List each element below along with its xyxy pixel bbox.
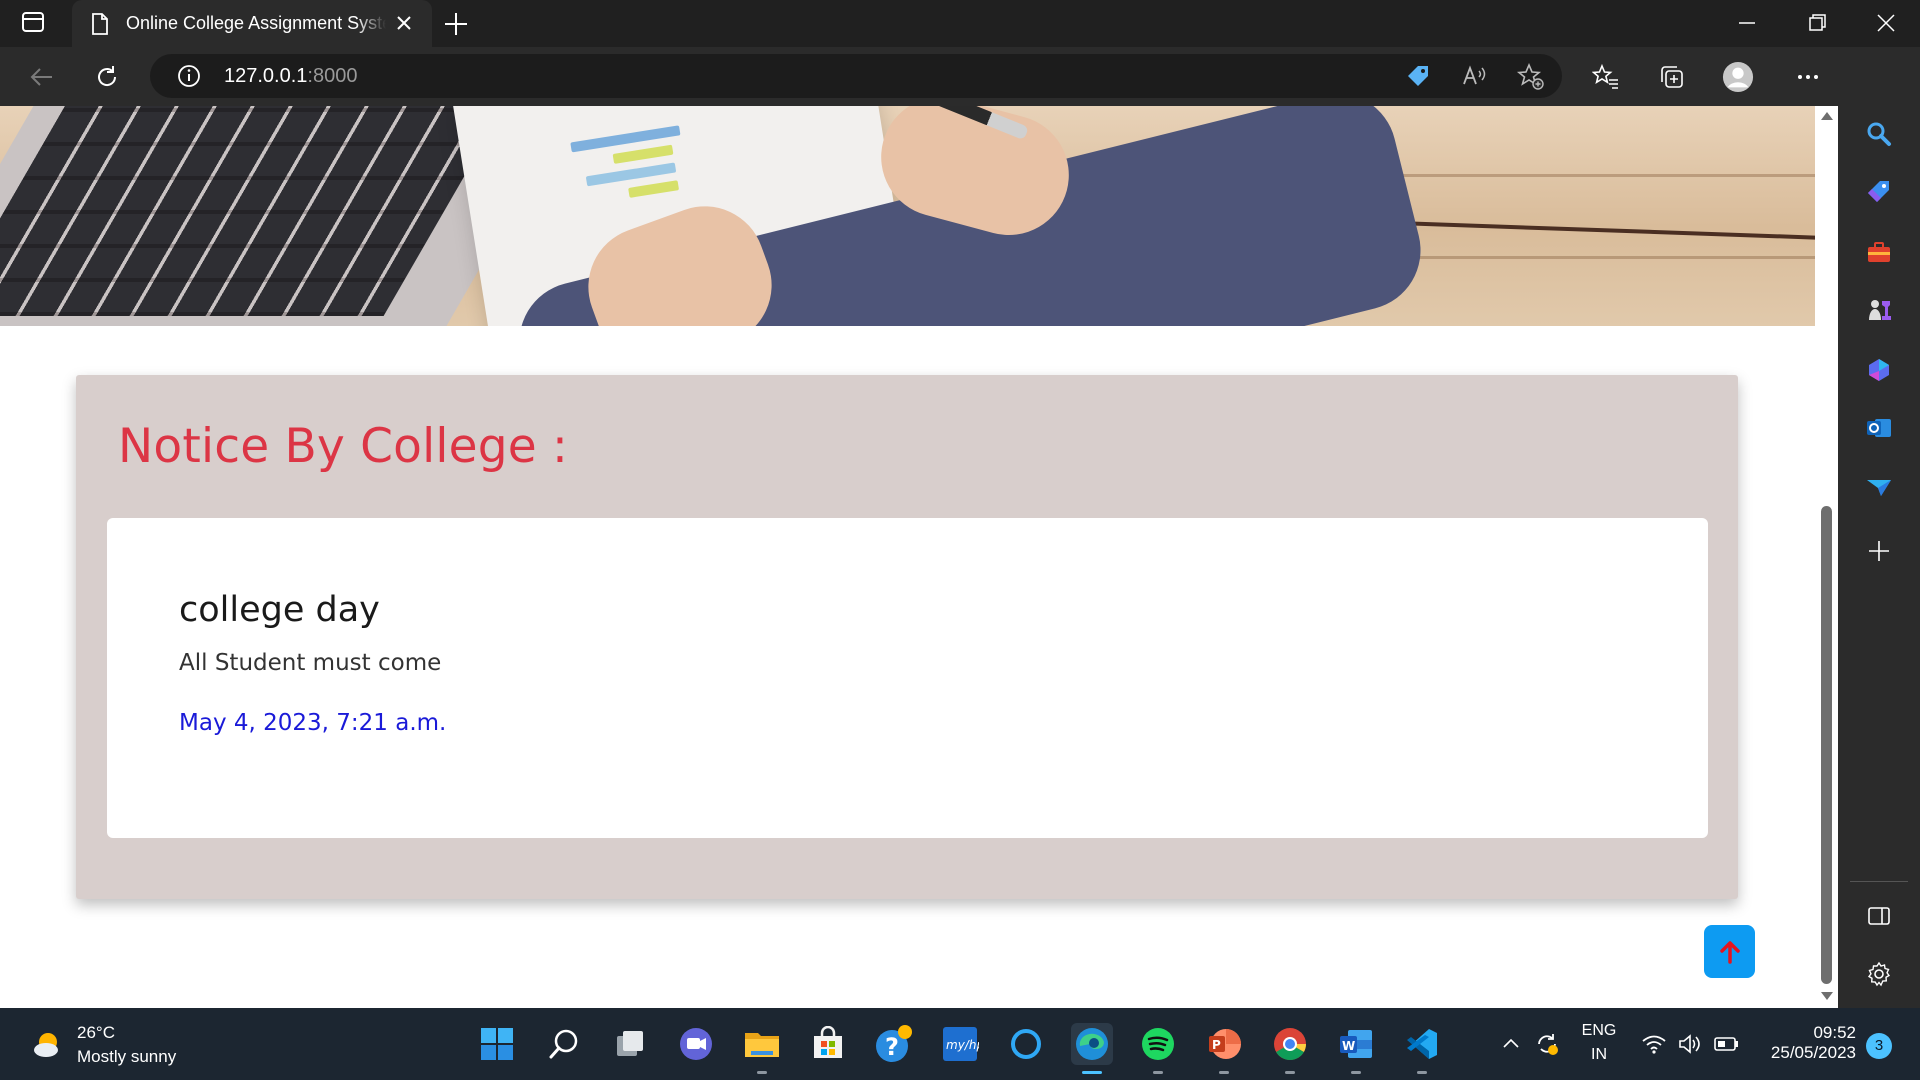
- shopping-tag-icon[interactable]: [1862, 175, 1896, 209]
- clock-time: 09:52: [1813, 1023, 1856, 1042]
- notice-body: All Student must come: [179, 650, 442, 676]
- tools-icon[interactable]: [1862, 235, 1896, 269]
- add-favorite-icon[interactable]: [1516, 62, 1546, 97]
- more-options-icon[interactable]: [1792, 61, 1824, 93]
- settings-icon[interactable]: [1862, 957, 1896, 991]
- start-button-icon[interactable]: [476, 1023, 518, 1065]
- word-icon[interactable]: W: [1335, 1023, 1377, 1074]
- sidebar-divider: [1850, 881, 1908, 882]
- scroll-up-arrow-icon[interactable]: [1820, 110, 1834, 122]
- task-view-icon[interactable]: [609, 1023, 651, 1065]
- notice-heading: Notice By College :: [118, 419, 569, 474]
- minimize-icon[interactable]: [1734, 10, 1760, 41]
- wifi-icon[interactable]: [1641, 1032, 1667, 1061]
- copilot-icon[interactable]: [1862, 353, 1896, 387]
- page-scrollbar[interactable]: [1816, 106, 1838, 1008]
- edge-icon[interactable]: [1071, 1023, 1113, 1074]
- windows-taskbar: 26°C Mostly sunny ? my/hp P: [0, 1008, 1920, 1080]
- notice-section: Notice By College : college day All Stud…: [76, 375, 1738, 899]
- page-viewport: Notice By College : college day All Stud…: [0, 106, 1816, 1008]
- sync-icon[interactable]: [1533, 1030, 1561, 1063]
- notice-card: college day All Student must come May 4,…: [107, 518, 1708, 838]
- arrow-up-icon: [1719, 940, 1740, 964]
- spotify-icon[interactable]: [1137, 1023, 1179, 1074]
- tab-actions-icon[interactable]: [20, 10, 50, 36]
- scroll-to-top-button[interactable]: [1704, 925, 1755, 978]
- read-aloud-icon[interactable]: [1460, 62, 1488, 95]
- volume-icon[interactable]: [1677, 1032, 1703, 1061]
- favorites-icon[interactable]: [1590, 61, 1622, 93]
- powerpoint-icon[interactable]: P: [1203, 1023, 1245, 1074]
- close-tab-icon[interactable]: [394, 12, 414, 39]
- url-text: 127.0.0.1:8000: [224, 65, 358, 87]
- myhp-icon[interactable]: my/hp: [939, 1023, 981, 1065]
- notification-badge[interactable]: 3: [1866, 1033, 1892, 1059]
- get-help-icon[interactable]: ?: [873, 1023, 915, 1065]
- weather-sunny-icon[interactable]: [30, 1028, 66, 1065]
- restore-icon[interactable]: [1804, 10, 1830, 41]
- taskbar-search-icon[interactable]: [543, 1023, 585, 1065]
- weather-description[interactable]: Mostly sunny: [77, 1047, 176, 1067]
- microsoft-store-icon[interactable]: [807, 1023, 849, 1065]
- tab-bar: Online College Assignment System: [0, 0, 1920, 47]
- add-icon[interactable]: [1862, 534, 1896, 568]
- language-indicator-eng[interactable]: ENG: [1578, 1022, 1620, 1040]
- new-tab-icon[interactable]: [442, 10, 470, 43]
- browser-toolbar: 127.0.0.1:8000: [0, 47, 1920, 106]
- back-icon[interactable]: [26, 61, 58, 93]
- file-explorer-icon[interactable]: [741, 1023, 783, 1074]
- show-hidden-icons-icon[interactable]: [1500, 1033, 1522, 1060]
- cortana-icon[interactable]: [1005, 1023, 1047, 1065]
- hero-banner-image: [0, 106, 1815, 326]
- notice-title: college day: [179, 590, 380, 630]
- clock-date: 25/05/2023: [1770, 1043, 1856, 1062]
- profile-avatar-icon[interactable]: [1722, 61, 1754, 93]
- address-bar[interactable]: 127.0.0.1:8000: [150, 54, 1562, 98]
- svg-text:P: P: [1212, 1038, 1221, 1052]
- scroll-down-arrow-icon[interactable]: [1820, 990, 1834, 1002]
- vscode-icon[interactable]: [1401, 1023, 1443, 1074]
- close-window-icon[interactable]: [1873, 10, 1899, 41]
- refresh-icon[interactable]: [91, 61, 123, 93]
- svg-text:my/hp: my/hp: [946, 1038, 979, 1052]
- games-icon[interactable]: [1862, 293, 1896, 327]
- page-icon: [90, 12, 110, 41]
- svg-text:W: W: [1342, 1039, 1355, 1053]
- search-icon[interactable]: [1862, 117, 1896, 151]
- edge-sidebar: [1838, 47, 1920, 1008]
- scrollbar-thumb[interactable]: [1821, 506, 1832, 984]
- sidebar-panel-icon[interactable]: [1862, 899, 1896, 933]
- clock[interactable]: 09:52 25/05/2023: [1750, 1023, 1856, 1063]
- send-icon[interactable]: [1862, 471, 1896, 505]
- shopping-tag-icon[interactable]: [1404, 62, 1432, 95]
- notice-date: May 4, 2023, 7:21 a.m.: [179, 710, 447, 736]
- weather-temperature[interactable]: 26°C: [77, 1023, 115, 1043]
- chrome-icon[interactable]: [1269, 1023, 1311, 1074]
- site-info-icon[interactable]: [176, 63, 202, 94]
- battery-icon[interactable]: [1713, 1033, 1741, 1060]
- outlook-icon[interactable]: [1862, 411, 1896, 445]
- collections-icon[interactable]: [1656, 61, 1688, 93]
- teams-chat-icon[interactable]: [675, 1023, 717, 1065]
- language-indicator-in[interactable]: IN: [1578, 1046, 1620, 1064]
- svg-text:?: ?: [885, 1033, 899, 1061]
- tab-title: Online College Assignment System: [126, 13, 386, 34]
- browser-tab-active[interactable]: Online College Assignment System: [72, 0, 432, 47]
